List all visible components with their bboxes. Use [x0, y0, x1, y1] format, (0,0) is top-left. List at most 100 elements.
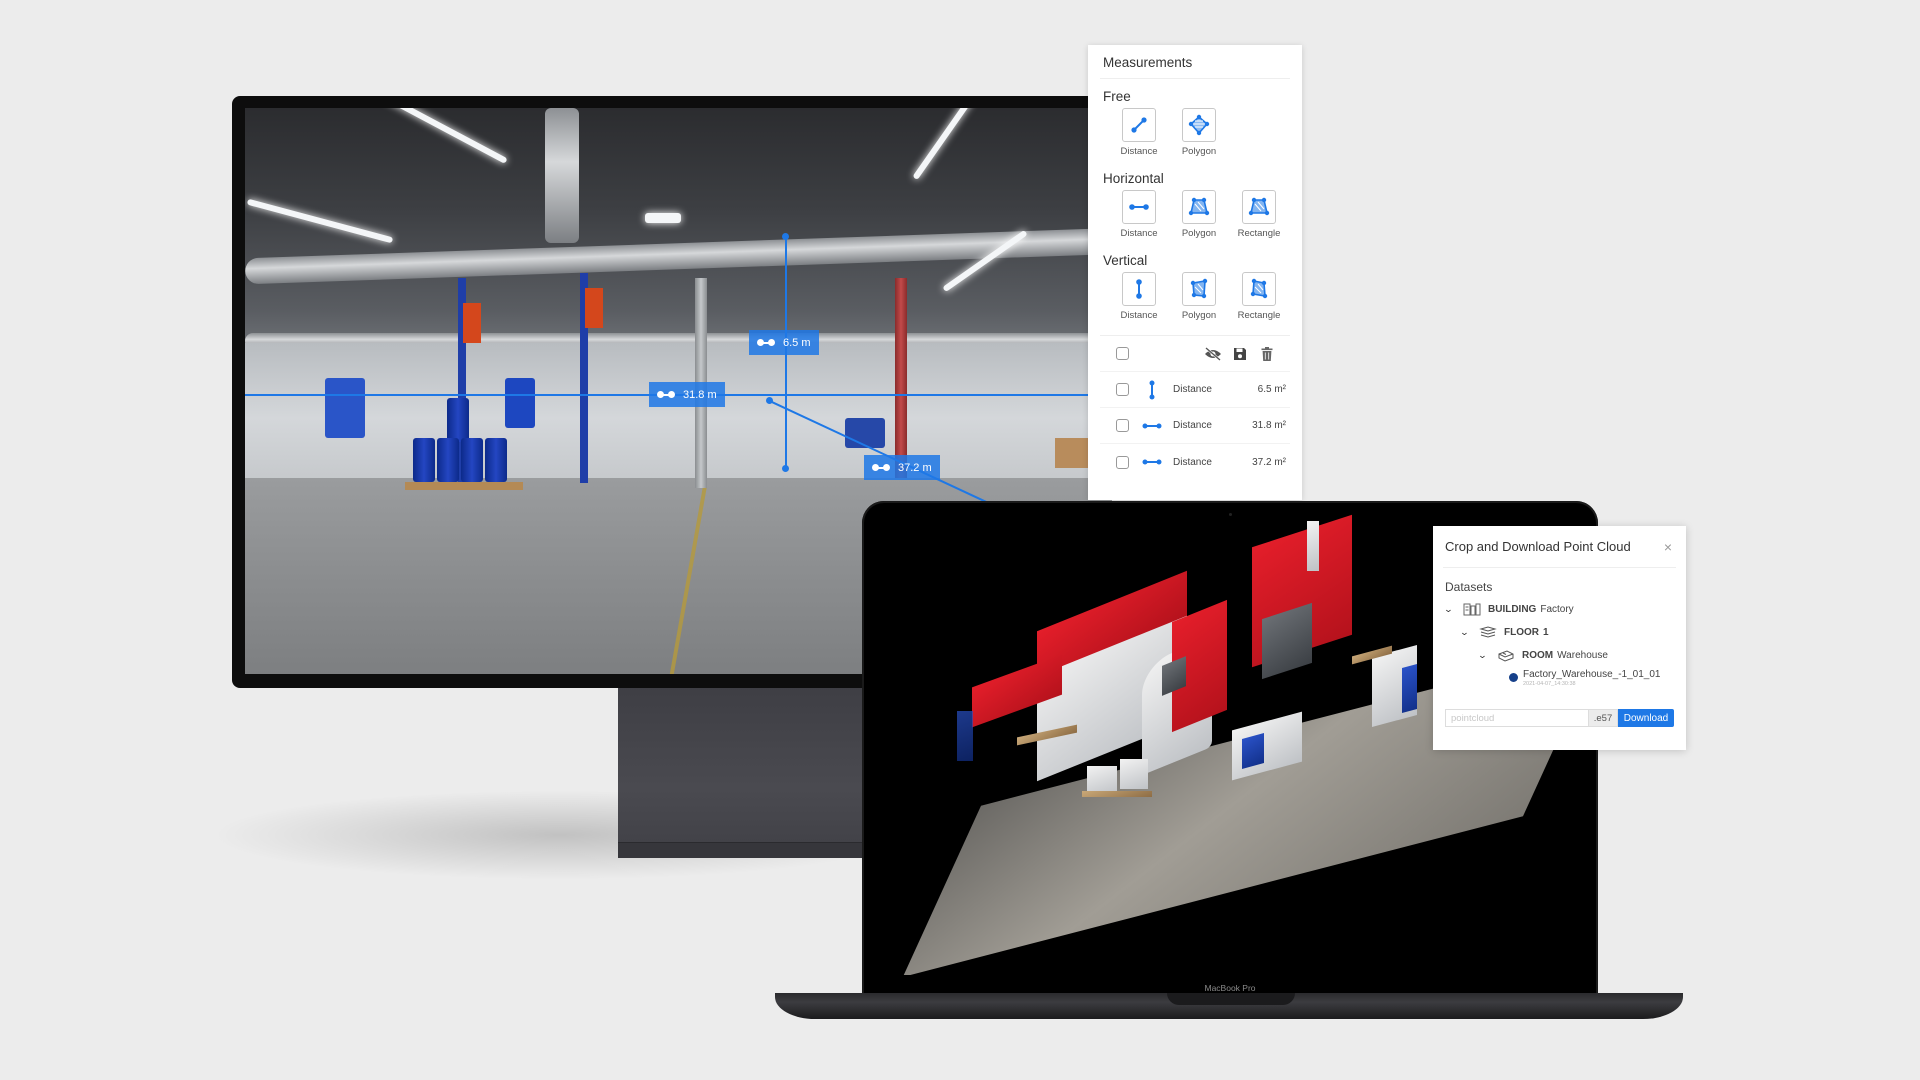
measurement-row[interactable]: Distance 6.5 m²	[1100, 372, 1290, 408]
tree-node-floor[interactable]: ⌄ FLOOR 1	[1445, 621, 1674, 644]
chevron-down-icon[interactable]: ⌄	[1460, 627, 1473, 638]
point-cloud-pallet	[1082, 791, 1152, 797]
free-distance-icon	[1131, 117, 1147, 133]
tool-free-distance[interactable]: Distance	[1116, 108, 1162, 157]
point-cloud-cart	[1402, 663, 1417, 714]
tool-horizontal-polygon[interactable]: Polygon	[1176, 190, 1222, 239]
horizontal-rectangle-button[interactable]	[1242, 190, 1276, 224]
chevron-down-icon[interactable]: ⌄	[1478, 650, 1491, 661]
dialog-header: Crop and Download Point Cloud ×	[1443, 526, 1676, 568]
photo-barrel	[485, 438, 507, 482]
tool-vertical-rectangle[interactable]: Rectangle	[1236, 272, 1282, 321]
point-cloud-pipe	[1307, 521, 1319, 571]
vertical-rectangle-button[interactable]	[1242, 272, 1276, 306]
laptop-base	[775, 993, 1683, 1019]
delete-icon	[1261, 346, 1273, 361]
measure-endpoint[interactable]	[782, 465, 789, 472]
file-extension: .e57	[1588, 709, 1618, 727]
building-icon	[1463, 603, 1481, 617]
measure-endpoint[interactable]	[782, 233, 789, 240]
photo-barrel	[413, 438, 435, 482]
measurement-value: 6.5 m²	[1257, 384, 1286, 395]
horizontal-distance-icon	[1142, 423, 1162, 428]
section-title-horizontal: Horizontal	[1103, 171, 1164, 186]
hide-icon	[1205, 346, 1221, 361]
measurement-checkbox[interactable]	[1116, 383, 1129, 396]
photo-ceiling-light	[645, 213, 681, 223]
measure-label-diagonal[interactable]: 37.2 m	[864, 455, 940, 480]
dialog-title: Crop and Download Point Cloud	[1445, 539, 1631, 554]
tool-label: Distance	[1120, 310, 1158, 321]
measurement-value: 37.2 m²	[1252, 456, 1286, 468]
photo-machine	[325, 378, 365, 438]
dialog-body: Datasets ⌄ BUILDING Factory ⌄ FLOOR 1 ⌄ …	[1433, 568, 1686, 687]
distance-icon	[757, 338, 775, 347]
horizontal-polygon-button[interactable]	[1182, 190, 1216, 224]
chevron-down-icon[interactable]: ⌄	[1444, 604, 1457, 615]
measure-label-horizontal[interactable]: 31.8 m	[649, 382, 725, 407]
measurements-panel: Measurements Free Distance Polygon Horiz…	[1088, 45, 1302, 500]
tool-label: Polygon	[1181, 310, 1217, 321]
delete-button[interactable]	[1258, 345, 1276, 363]
room-icon	[1497, 649, 1515, 663]
measurement-type: Distance	[1173, 384, 1212, 395]
tree-name: 1	[1543, 627, 1549, 638]
measure-label-vertical[interactable]: 6.5 m	[749, 330, 819, 355]
vertical-polygon-button[interactable]	[1182, 272, 1216, 306]
photo-pallet	[405, 482, 523, 490]
select-all-checkbox[interactable]	[1116, 347, 1129, 360]
tool-horizontal-distance[interactable]: Distance	[1116, 190, 1162, 239]
vertical-rectangle-icon	[1250, 278, 1268, 299]
tree-kind: ROOM	[1522, 650, 1554, 661]
measurement-checkbox[interactable]	[1116, 419, 1129, 432]
measurement-type: Distance	[1173, 456, 1212, 468]
distance-icon	[872, 463, 890, 472]
laptop-notch	[1167, 993, 1295, 1005]
download-button[interactable]: Download	[1618, 709, 1674, 727]
measurement-row[interactable]: Distance 31.8 m²	[1100, 408, 1290, 444]
tool-row-vertical: Distance Polygon Rectangle	[1100, 272, 1290, 321]
download-row: .e57 Download	[1445, 709, 1674, 727]
save-button[interactable]	[1231, 345, 1249, 363]
measurement-type: Distance	[1173, 420, 1212, 431]
tool-label: Polygon	[1181, 228, 1217, 239]
filename-input[interactable]	[1445, 709, 1588, 727]
free-distance-button[interactable]	[1122, 108, 1156, 142]
tree-node-building[interactable]: ⌄ BUILDING Factory	[1444, 598, 1674, 621]
measure-value: 37.2 m	[898, 461, 932, 474]
layers-icon	[1479, 626, 1497, 640]
close-icon[interactable]: ×	[1664, 539, 1676, 555]
vertical-distance-button[interactable]	[1122, 272, 1156, 306]
free-polygon-button[interactable]	[1182, 108, 1216, 142]
dataset-file[interactable]: Factory_Warehouse_-1_01_01 2021-04-07_14…	[1509, 669, 1674, 687]
tree-node-room[interactable]: ⌄ ROOM Warehouse	[1445, 644, 1674, 667]
horizontal-distance-button[interactable]	[1122, 190, 1156, 224]
vertical-distance-icon	[1136, 279, 1142, 299]
photo-cabinet	[505, 378, 535, 428]
measurement-list: Distance 6.5 m² Distance 31.8 m² Distanc…	[1100, 335, 1290, 480]
free-polygon-icon	[1188, 114, 1210, 136]
section-title-vertical: Vertical	[1103, 253, 1148, 268]
horizontal-polygon-icon	[1188, 197, 1210, 216]
tool-row-horizontal: Distance Polygon Rectangle	[1100, 190, 1290, 239]
tool-vertical-distance[interactable]: Distance	[1116, 272, 1162, 321]
tree-name: Warehouse	[1557, 650, 1608, 661]
photo-column	[895, 278, 907, 478]
vertical-distance-icon	[1149, 380, 1155, 399]
measurement-checkbox[interactable]	[1116, 455, 1129, 469]
tool-horizontal-rectangle[interactable]: Rectangle	[1236, 190, 1282, 239]
tool-vertical-polygon[interactable]: Polygon	[1176, 272, 1222, 321]
vertical-polygon-icon	[1190, 278, 1208, 299]
photo-barrel	[461, 438, 483, 482]
tool-label: Rectangle	[1237, 228, 1281, 239]
crop-download-dialog: Crop and Download Point Cloud × Datasets…	[1433, 526, 1686, 750]
tool-label: Polygon	[1181, 146, 1217, 157]
hide-button[interactable]	[1204, 345, 1222, 363]
photo-barrel	[447, 398, 469, 442]
datasets-label: Datasets	[1445, 580, 1493, 594]
measurement-row[interactable]: Distance 37.2 m²	[1100, 444, 1290, 480]
tool-free-polygon[interactable]: Polygon	[1176, 108, 1222, 157]
photo-barrel	[437, 438, 459, 482]
file-name: Factory_Warehouse_-1_01_01	[1523, 669, 1661, 680]
photo-lift-head	[585, 288, 603, 328]
